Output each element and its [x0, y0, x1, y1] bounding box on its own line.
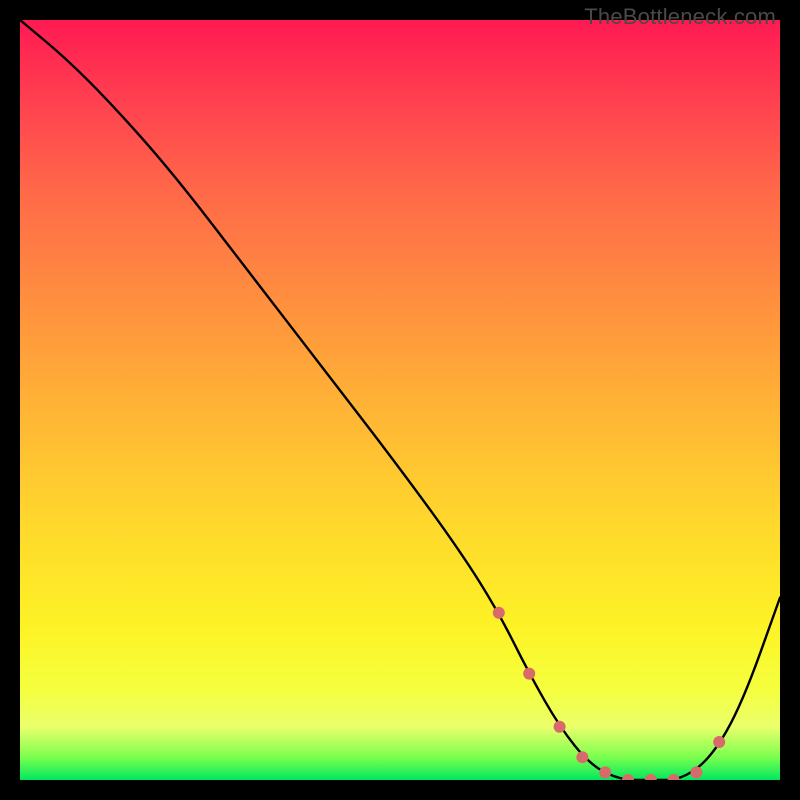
- chart-plot-area: [20, 20, 780, 780]
- highlight-dot: [576, 751, 588, 763]
- highlight-dot: [668, 774, 680, 780]
- highlight-dot: [554, 721, 566, 733]
- marker-group: [493, 607, 725, 780]
- highlight-dot: [599, 766, 611, 778]
- highlight-dot: [690, 766, 702, 778]
- highlight-dot: [713, 736, 725, 748]
- highlight-dot: [622, 774, 634, 780]
- bottleneck-curve: [20, 20, 780, 780]
- chart-frame: TheBottleneck.com: [0, 0, 800, 800]
- chart-svg: [20, 20, 780, 780]
- highlight-dot: [523, 668, 535, 680]
- highlight-dot: [493, 607, 505, 619]
- highlight-dot: [645, 774, 657, 780]
- watermark-text: TheBottleneck.com: [584, 4, 776, 30]
